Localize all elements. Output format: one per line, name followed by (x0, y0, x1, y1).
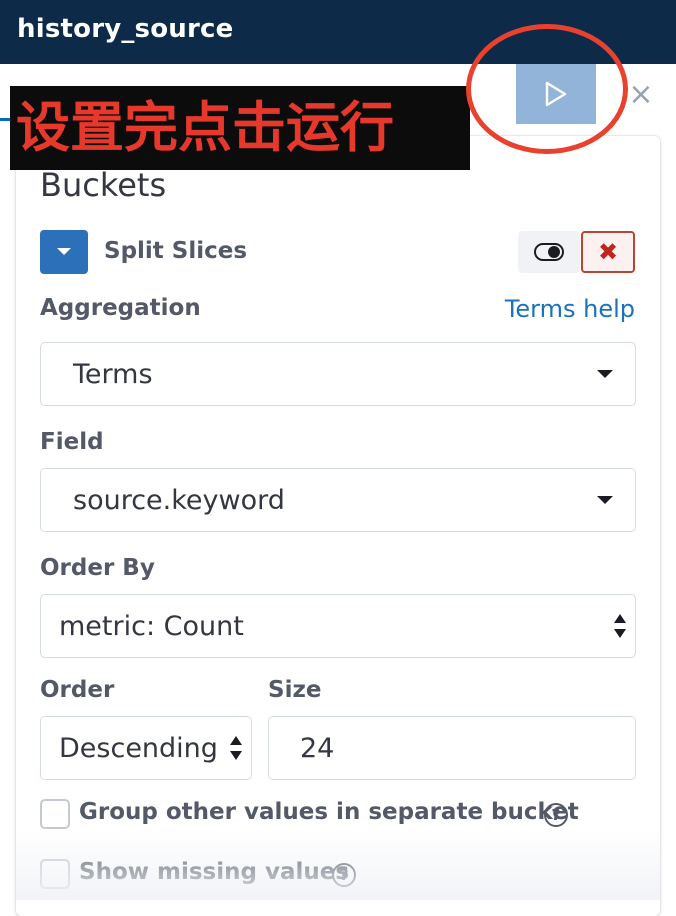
remove-bucket-button[interactable]: ✖ (581, 231, 635, 273)
size-label: Size (268, 677, 322, 703)
annotation-banner: 设置完点击运行 (10, 86, 470, 170)
aggregation-select[interactable]: Terms (40, 342, 636, 406)
order-by-select[interactable]: metric: Count (40, 594, 636, 658)
size-input[interactable]: 24 (268, 716, 636, 780)
toggle-switch-icon (534, 243, 564, 261)
sort-updown-icon (614, 614, 626, 638)
page-title: history_source (17, 14, 234, 44)
aggregation-value: Terms (73, 358, 153, 390)
order-select[interactable]: Descending (40, 716, 252, 780)
order-label: Order (40, 677, 115, 703)
field-value: source.keyword (73, 484, 285, 516)
group-other-label: Group other values in separate bucket (79, 799, 579, 825)
collapse-bucket-button[interactable] (40, 230, 88, 274)
field-select[interactable]: source.keyword (40, 468, 636, 532)
help-icon[interactable]: ? (332, 863, 356, 887)
caret-down-icon (597, 370, 613, 378)
field-label: Field (40, 429, 104, 455)
terms-help-link[interactable]: Terms help (505, 295, 635, 323)
bucket-type-label: Split Slices (104, 238, 248, 264)
group-other-checkbox[interactable] (40, 799, 70, 829)
sort-updown-icon (230, 736, 242, 760)
close-icon[interactable]: × (628, 80, 654, 110)
show-missing-label: Show missing values (79, 859, 350, 885)
toggle-bucket-button[interactable] (518, 231, 580, 273)
show-missing-checkbox[interactable] (40, 859, 70, 889)
help-icon[interactable]: ? (544, 803, 568, 827)
chevron-down-icon (57, 248, 71, 255)
order-value: Descending (59, 732, 218, 764)
order-by-label: Order By (40, 555, 155, 581)
order-by-value: metric: Count (59, 610, 244, 642)
cross-icon: ✖ (597, 238, 619, 266)
buckets-heading: Buckets (40, 166, 167, 204)
size-value: 24 (300, 732, 335, 764)
annotation-circle (466, 24, 628, 154)
caret-down-icon (597, 496, 613, 504)
aggregation-label: Aggregation (40, 295, 201, 321)
